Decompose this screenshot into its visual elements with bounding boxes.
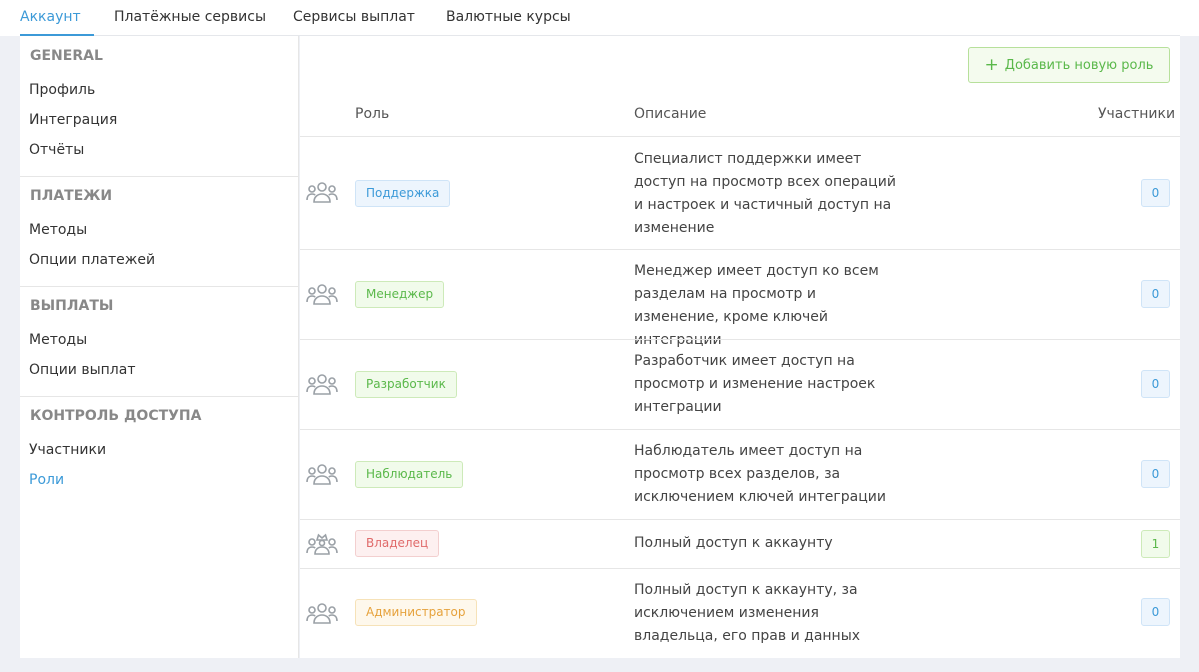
users-group-icon [306,464,338,485]
table-row[interactable]: Менеджер Менеджер имеет доступ ко всем р… [300,249,1180,348]
sidebar-item-payout-methods[interactable]: Методы [29,332,87,348]
table-row[interactable]: Разработчик Разработчик имеет доступ на … [300,339,1180,429]
role-description: Разработчик имеет доступ на просмотр и и… [634,353,876,415]
users-group-icon [306,603,338,624]
role-badge[interactable]: Администратор [355,599,477,626]
sidebar-item-profile[interactable]: Профиль [29,82,95,98]
sidebar-item-integration[interactable]: Интеграция [29,112,117,128]
settings-sidebar: GENERAL Профиль Интеграция Отчёты ПЛАТЕЖ… [20,36,299,658]
table-row[interactable]: Владелец Полный доступ к аккаунту 1 [300,519,1180,568]
members-count-badge[interactable]: 0 [1141,370,1170,398]
plus-icon: + [984,55,999,75]
sidebar-divider [20,286,299,287]
tab-payment-services[interactable]: Платёжные сервисы [114,0,266,36]
column-header-role: Роль [355,106,390,122]
members-count-badge[interactable]: 0 [1141,280,1170,308]
tab-payout-services[interactable]: Сервисы выплат [293,0,415,36]
column-header-members: Участники [1098,106,1176,122]
role-description: Полный доступ к аккаунту, за исключением… [634,582,861,644]
sidebar-item-reports[interactable]: Отчёты [29,142,84,158]
members-count-badge[interactable]: 0 [1141,179,1170,207]
members-count-badge[interactable]: 0 [1141,460,1170,488]
table-row[interactable]: Администратор Полный доступ к аккаунту, … [300,568,1180,658]
role-description: Полный доступ к аккаунту [634,535,833,551]
sidebar-header-payouts: ВЫПЛАТЫ [30,298,114,314]
sidebar-header-access-control: КОНТРОЛЬ ДОСТУПА [30,408,202,424]
role-badge[interactable]: Наблюдатель [355,461,464,488]
users-group-icon [306,374,338,395]
users-group-icon [306,284,338,305]
add-role-label: Добавить новую роль [1004,58,1154,73]
role-description: Специалист поддержки имеет доступ на про… [634,151,896,236]
members-count-badge[interactable]: 1 [1141,530,1170,558]
sidebar-item-payment-options[interactable]: Опции платежей [29,252,155,268]
role-badge[interactable]: Владелец [355,530,440,557]
users-crown-icon [306,533,338,555]
sidebar-divider [20,396,299,397]
sidebar-item-roles[interactable]: Роли [29,472,64,488]
sidebar-item-payment-methods[interactable]: Методы [29,222,87,238]
sidebar-header-general: GENERAL [30,48,103,64]
role-description: Наблюдатель имеет доступ на просмотр все… [634,443,886,505]
sidebar-item-payout-options[interactable]: Опции выплат [29,362,136,378]
top-tabs: Аккаунт Платёжные сервисы Сервисы выплат… [0,0,1199,36]
role-badge[interactable]: Поддержка [355,180,451,207]
table-row[interactable]: Наблюдатель Наблюдатель имеет доступ на … [300,429,1180,519]
users-group-icon [306,182,338,203]
role-badge[interactable]: Разработчик [355,371,457,398]
tab-currency-rates[interactable]: Валютные курсы [446,0,571,36]
add-role-button[interactable]: + Добавить новую роль [968,47,1170,83]
column-header-description: Описание [634,106,707,122]
members-count-badge[interactable]: 0 [1141,598,1170,626]
tab-account[interactable]: Аккаунт [20,0,81,36]
roles-panel: + Добавить новую роль Роль Описание Участ… [300,36,1180,658]
sidebar-item-members[interactable]: Участники [29,442,106,458]
role-badge[interactable]: Менеджер [355,281,445,308]
sidebar-header-payments: ПЛАТЕЖИ [30,188,113,204]
table-row[interactable]: Поддержка Специалист поддержки имеет дос… [300,136,1180,249]
sidebar-divider [20,176,299,177]
